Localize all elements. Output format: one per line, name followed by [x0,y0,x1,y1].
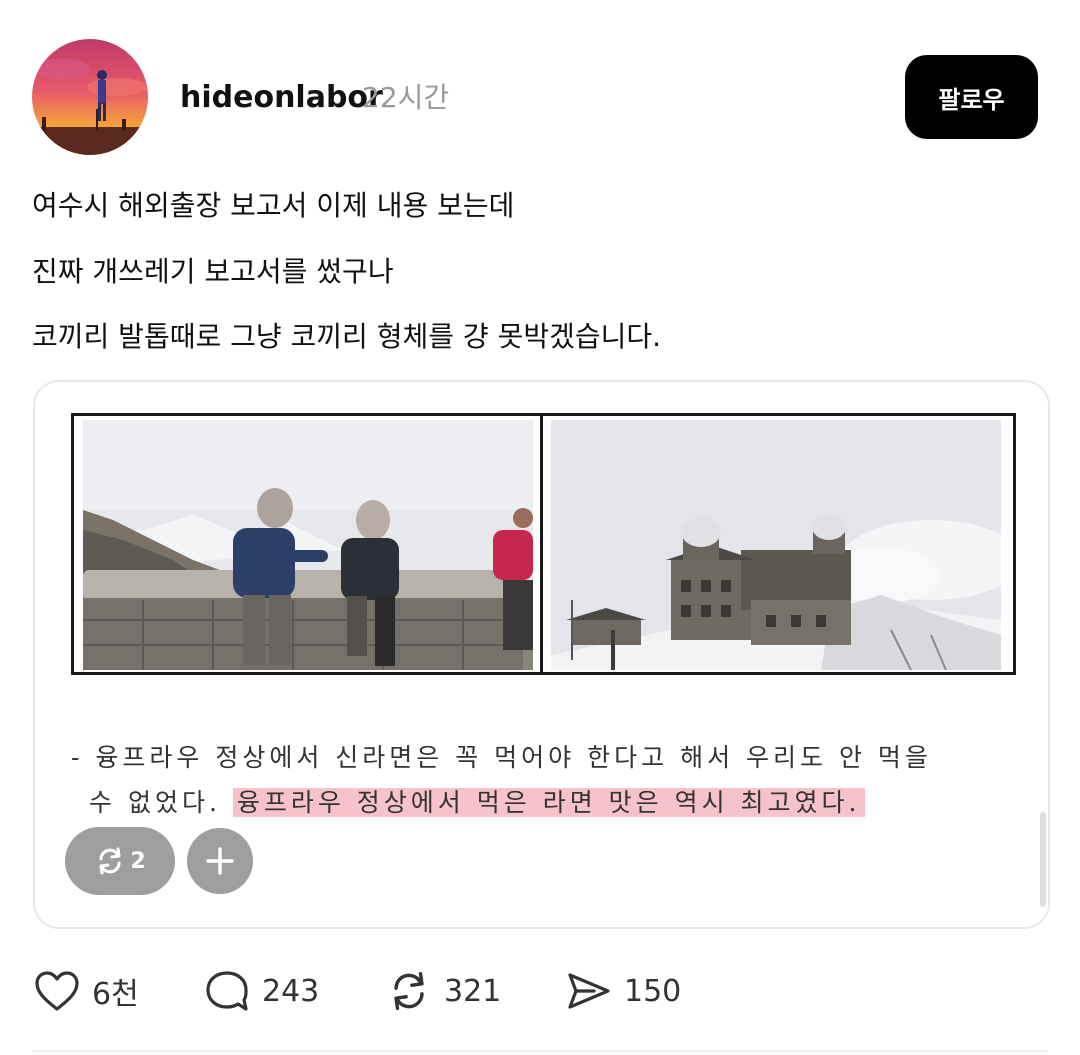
image-scrollbar[interactable] [1040,812,1046,907]
post-text-line-3: 코끼리 발톱때로 그냥 코끼리 형체를 걍 못박겠습니다. [32,320,662,353]
repost-action[interactable]: 321 [386,965,501,1017]
heart-icon [35,971,79,1011]
add-button[interactable] [187,828,253,894]
repost-count-chip[interactable]: 2 [65,827,175,895]
share-count: 150 [624,973,682,1009]
post-text-line-1: 여수시 해외출장 보고서 이제 내용 보는데 [32,189,515,222]
repost-count: 2 [130,848,146,874]
photo-divider [540,416,543,672]
comment-action[interactable]: 243 [204,965,319,1017]
report-text-highlight: 융프라우 정상에서 먹은 라면 맛은 역시 최고였다. [232,788,865,817]
send-icon [568,973,610,1009]
report-photo-people [83,420,533,670]
report-photo-observatory [551,420,1001,670]
comment-icon [206,971,248,1011]
post-text-line-2: 진짜 개쓰레기 보고서를 썼구나 [32,255,394,288]
divider [32,1050,1048,1052]
like-count: 6천 [92,977,139,1012]
report-photo-frame [71,413,1016,675]
repost-icon [394,972,424,1010]
post-time: 22시간 [362,81,450,114]
attached-image-card[interactable]: - 융프라우 정상에서 신라면은 꼭 먹어야 한다고 해서 우리도 안 먹을 수… [33,380,1050,929]
report-text-plain: 수 없었다. [89,788,221,817]
share-action[interactable]: 150 [566,965,681,1017]
repost-icon [99,847,121,875]
avatar[interactable] [32,39,148,155]
avatar-image [32,39,148,155]
comment-count: 243 [262,973,320,1009]
repost-total-count: 321 [444,973,502,1009]
like-action[interactable]: 6천 [34,965,139,1017]
report-text-line-2: 수 없었다. 융프라우 정상에서 먹은 라면 맛은 역시 최고였다. [89,783,865,823]
follow-button[interactable]: 팔로우 [905,55,1038,139]
plus-icon [206,847,234,875]
report-text-line-1: - 융프라우 정상에서 신라면은 꼭 먹어야 한다고 해서 우리도 안 먹을 [71,743,932,772]
username[interactable]: hideonlabor [180,78,383,118]
